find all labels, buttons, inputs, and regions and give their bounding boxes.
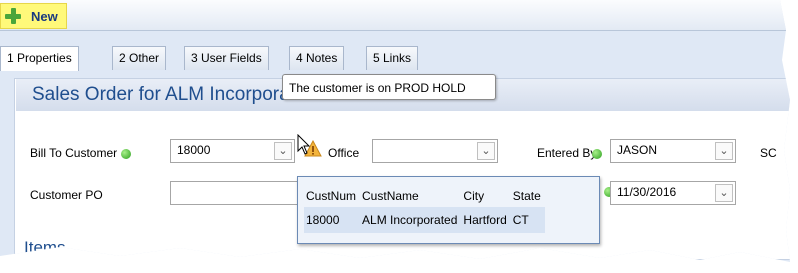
sales-order-window: New 1 Properties 2 Other 3 User Fields 4… [0,0,790,262]
tab-label: 1 Properties [7,51,72,65]
lookup-row[interactable]: 18000 ALM Incorporated Hartford CT [304,207,545,233]
tab-user-fields[interactable]: 3 User Fields [184,46,269,70]
lookup-cell-custname[interactable]: ALM Incorporated [360,207,462,233]
customer-lookup-dropdown: CustNum CustName City State 18000 ALM In… [297,176,600,244]
customer-lookup-table: CustNum CustName City State 18000 ALM In… [304,181,545,233]
chevron-down-icon[interactable]: ⌄ [274,142,292,160]
order-date-value: 11/30/2016 [617,185,677,199]
bill-to-combo[interactable]: 18000 ⌄ [170,139,295,163]
tab-label: 2 Other [119,51,160,65]
plus-icon [5,8,21,24]
lookup-col-city: City [463,189,485,203]
tab-label: 3 User Fields [191,51,262,65]
office-label: Office [328,146,360,160]
customer-po-label: Customer PO [30,188,103,202]
entered-by-combo[interactable]: JASON ⌄ [610,139,736,163]
entered-by-label: Entered By [537,146,603,160]
tab-properties[interactable]: 1 Properties [0,46,79,71]
chevron-down-icon[interactable]: ⌄ [715,184,733,202]
lookup-col-custname: CustName [362,189,419,203]
tab-label: 4 Notes [296,51,338,65]
tab-links[interactable]: 5 Links [366,46,419,70]
chevron-down-icon[interactable]: ⌄ [715,142,733,160]
customer-po-input[interactable] [170,181,298,205]
prod-hold-tooltip: The customer is on PROD HOLD [282,74,496,100]
bill-to-label-text: Bill To Customer [30,146,118,160]
status-dot-icon [121,148,132,159]
lookup-header-row: CustNum CustName City State [304,181,545,207]
items-heading: Items [24,238,66,257]
chevron-down-icon[interactable]: ⌄ [477,142,495,160]
cutoff-label: SC [760,146,777,160]
entered-by-value: JASON [617,143,658,157]
bill-to-value: 18000 [177,143,211,157]
tab-notes[interactable]: 4 Notes [289,46,345,70]
new-button[interactable]: New [0,3,67,29]
lookup-cell-custnum[interactable]: 18000 [304,207,361,233]
lookup-cell-city[interactable]: Hartford [461,207,511,233]
lookup-col-custnum: CustNum [306,189,357,203]
tab-other[interactable]: 2 Other [112,46,167,70]
tab-label: 5 Links [373,51,412,65]
new-button-label: New [31,8,58,24]
bill-to-label: Bill To Customer [30,146,132,160]
toolbar: New [0,0,790,31]
mouse-pointer-icon [297,134,311,155]
status-dot-icon [592,148,603,159]
order-date-picker[interactable]: 11/30/2016 ⌄ [610,181,736,205]
lookup-col-state: State [512,189,541,203]
lookup-cell-state[interactable]: CT [510,207,545,233]
office-combo[interactable]: ⌄ [372,139,498,163]
entered-by-label-text: Entered By [537,146,597,160]
